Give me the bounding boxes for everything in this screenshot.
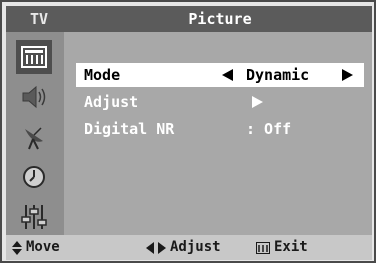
exit-label: Exit <box>274 239 308 255</box>
digital-nr-value: : Off <box>246 120 292 138</box>
sound-icon[interactable] <box>16 80 52 114</box>
tv-osd-menu: TV Picture Mode Dynamic Adjust Digital N… <box>0 0 376 263</box>
menu-item-mode[interactable]: Mode Dynamic <box>76 63 364 87</box>
mode-label: Mode <box>84 66 121 84</box>
menu-item-digital-nr[interactable]: Digital NR : Off <box>76 117 364 141</box>
help-bar: Move Adjust Exit <box>6 235 372 260</box>
timer-icon[interactable] <box>16 160 52 194</box>
adjust-label: Adjust <box>84 93 139 111</box>
decrease-arrow-icon[interactable] <box>222 69 233 81</box>
increase-arrow-icon[interactable] <box>342 69 353 81</box>
menu-header: TV Picture <box>6 6 372 32</box>
source-label: TV <box>29 10 49 28</box>
up-down-arrows-icon <box>12 240 22 255</box>
mode-value: Dynamic <box>246 66 310 84</box>
settings-panel: Mode Dynamic Adjust Digital NR : Off <box>64 32 372 235</box>
adjust-hint-label: Adjust <box>170 239 221 255</box>
left-right-arrows-icon <box>146 241 166 254</box>
digital-nr-label: Digital NR <box>84 120 175 138</box>
picture-icon[interactable] <box>16 40 52 74</box>
menu-title: Picture <box>188 10 252 28</box>
category-sidebar <box>6 32 64 235</box>
menu-button-icon <box>256 241 270 254</box>
exit-hint: Exit <box>256 235 308 260</box>
move-label: Move <box>26 239 60 255</box>
submenu-arrow-icon <box>252 96 263 108</box>
setup-icon[interactable] <box>16 200 52 234</box>
channel-icon[interactable] <box>16 120 52 154</box>
menu-item-adjust[interactable]: Adjust <box>76 90 364 114</box>
move-hint: Move <box>12 235 60 260</box>
adjust-hint: Adjust <box>146 235 221 260</box>
